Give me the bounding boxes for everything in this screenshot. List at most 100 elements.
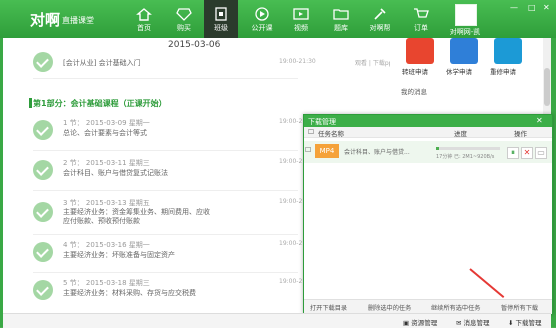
open-download-folder-button[interactable]: 打开下载目录	[310, 303, 347, 312]
nav-class[interactable]: 班级	[204, 0, 238, 38]
dialog-title: 下载管理	[308, 118, 336, 126]
check-icon	[33, 202, 53, 222]
download-manager-button[interactable]: ⬇ 下载管理	[508, 317, 542, 327]
retake-icon[interactable]	[494, 38, 522, 64]
user-name: 对啊网-凯	[449, 28, 481, 36]
watch-download-link[interactable]: 观看 | 下载ppt	[355, 58, 395, 67]
home-icon	[136, 8, 152, 21]
download-task-row[interactable]: ☐ MP4 会计科目、账户与借贷... 17分钟 已: 2M1~920B/s ⏸…	[304, 141, 552, 163]
lesson-time: 19:00-21:30	[279, 58, 316, 65]
lesson-title: 总论、会计要素与会计等式	[63, 129, 147, 137]
download-manager-label: 下载管理	[515, 319, 542, 327]
nav-open-class[interactable]: 公开课	[245, 0, 279, 38]
top-navigation-bar: 对啊 直播课堂 首页 购买 班级 公开课 视频 题库 对啊帮 订单 对啊网-凯 …	[0, 0, 556, 38]
task-progress-bar	[436, 147, 500, 150]
lesson-title: 主要经济业务：材料采购、存货与应交税费	[63, 289, 196, 297]
pause-all-button[interactable]: 暂停所有下载	[501, 303, 538, 312]
divider	[33, 272, 298, 273]
lesson-title: [会计从业] 会计基础入门	[63, 59, 141, 67]
nav-help-label: 对啊帮	[369, 24, 391, 32]
suspend-study-label[interactable]: 休学申请	[446, 66, 472, 76]
logo-subtitle: 直播课堂	[62, 16, 94, 25]
nav-buy[interactable]: 购买	[167, 0, 201, 38]
user-avatar[interactable]	[455, 4, 477, 26]
lesson-meta: 5 节： 2015-03-18 星期三	[63, 279, 150, 287]
lesson-title: 主要经济业务：资金筹集业务、期间费用、应收应付账款、预收预付账款	[63, 208, 210, 225]
folder-icon[interactable]: ▭	[535, 147, 547, 159]
scrollbar-thumb[interactable]	[544, 68, 550, 106]
nav-class-label: 班级	[214, 24, 228, 32]
app-window: 对啊 直播课堂 首页 购买 班级 公开课 视频 题库 对啊帮 订单 对啊网-凯 …	[0, 0, 556, 328]
resource-manager-label: 资源管理	[411, 319, 438, 327]
divider	[33, 190, 298, 191]
status-bar: ▣ 资源管理 ✉ 消息管理 ⬇ 下载管理	[3, 313, 551, 328]
download-manager-dialog: 下载管理 ✕ ☐ 任务名称 进度 操作 ☐ MP4 会计科目、账户与借贷... …	[303, 114, 553, 314]
lesson-meta: 2 节： 2015-03-11 星期三	[63, 159, 150, 167]
lesson-title: 会计科目、账户与借贷复式记账法	[63, 169, 168, 177]
divider	[33, 78, 298, 79]
nav-home[interactable]: 首页	[127, 0, 161, 38]
nav-user[interactable]: 对啊网-凯	[443, 0, 487, 38]
class-icon	[215, 7, 227, 21]
retake-label[interactable]: 重修申请	[490, 66, 516, 76]
task-table-header: ☐ 任务名称 进度 操作	[304, 127, 552, 138]
delete-selected-button[interactable]: 删除选中的任务	[368, 303, 411, 312]
tools-icon	[374, 8, 386, 20]
diamond-icon	[176, 8, 192, 21]
nav-buy-label: 购买	[177, 24, 191, 32]
column-progress: 进度	[454, 130, 467, 138]
lesson-meta: 4 节： 2015-03-16 星期一	[63, 241, 150, 249]
divider	[33, 150, 298, 151]
lesson-meta: 3 节： 2015-03-13 星期五	[63, 199, 150, 207]
nav-open-class-label: 公开课	[251, 24, 273, 32]
task-checkbox[interactable]: ☐	[305, 146, 311, 154]
check-icon	[33, 120, 53, 140]
task-status: 17分钟 已: 2M1~920B/s	[436, 154, 495, 160]
check-icon	[33, 242, 53, 262]
transfer-class-icon[interactable]	[406, 38, 434, 64]
dialog-close-icon[interactable]: ✕	[536, 116, 543, 125]
section-title: 第1部分：会计基础课程（正课开始）	[33, 99, 167, 108]
maximize-icon[interactable]: □	[528, 3, 536, 12]
nav-home-label: 首页	[137, 24, 151, 32]
nav-video[interactable]: 视频	[284, 0, 318, 38]
divider	[33, 234, 298, 235]
delete-icon[interactable]: ✕	[521, 147, 533, 159]
section-marker	[29, 98, 32, 108]
play-icon	[255, 7, 269, 21]
nav-orders-label: 订单	[414, 24, 428, 32]
logo: 对啊	[30, 11, 61, 29]
resource-manager-button[interactable]: ▣ 资源管理	[403, 317, 437, 327]
nav-question-bank[interactable]: 题库	[324, 0, 358, 38]
my-messages-title: 我的消息	[401, 88, 427, 96]
nav-video-label: 视频	[294, 24, 308, 32]
lesson-title: 主要经济业务：坏账准备与固定资产	[63, 251, 175, 259]
video-icon	[293, 8, 309, 20]
nav-help[interactable]: 对啊帮	[363, 0, 397, 38]
nav-orders[interactable]: 订单	[404, 0, 438, 38]
column-name: 任务名称	[318, 130, 344, 138]
suspend-study-icon[interactable]	[450, 38, 478, 64]
cart-icon	[414, 8, 429, 18]
select-all-checkbox[interactable]: ☐	[308, 128, 314, 136]
dialog-footer: 打开下载目录 删除选中的任务 继续所有选中任务 暂停所有下载	[304, 299, 552, 314]
message-manager-label: 消息管理	[463, 319, 490, 327]
mp4-badge: MP4	[315, 144, 339, 158]
check-icon	[33, 280, 53, 300]
folder-icon	[333, 9, 349, 20]
resume-selected-button[interactable]: 继续所有选中任务	[431, 303, 481, 312]
message-manager-button[interactable]: ✉ 消息管理	[456, 317, 490, 327]
transfer-class-label[interactable]: 转班申请	[402, 66, 428, 76]
task-progress-fill	[436, 147, 440, 150]
pause-icon[interactable]: ⏸	[507, 147, 519, 159]
schedule-date: 2015-03-06	[168, 40, 221, 50]
check-icon	[33, 160, 53, 180]
dialog-title-bar[interactable]: 下载管理 ✕	[304, 115, 552, 127]
lesson-meta: 1 节： 2015-03-09 星期一	[63, 119, 150, 127]
minimize-icon[interactable]: —	[510, 3, 518, 12]
column-actions: 操作	[514, 130, 527, 138]
task-name: 会计科目、账户与借贷...	[344, 149, 410, 156]
close-icon[interactable]: ✕	[543, 3, 550, 12]
check-icon	[33, 52, 53, 72]
nav-question-bank-label: 题库	[334, 24, 348, 32]
